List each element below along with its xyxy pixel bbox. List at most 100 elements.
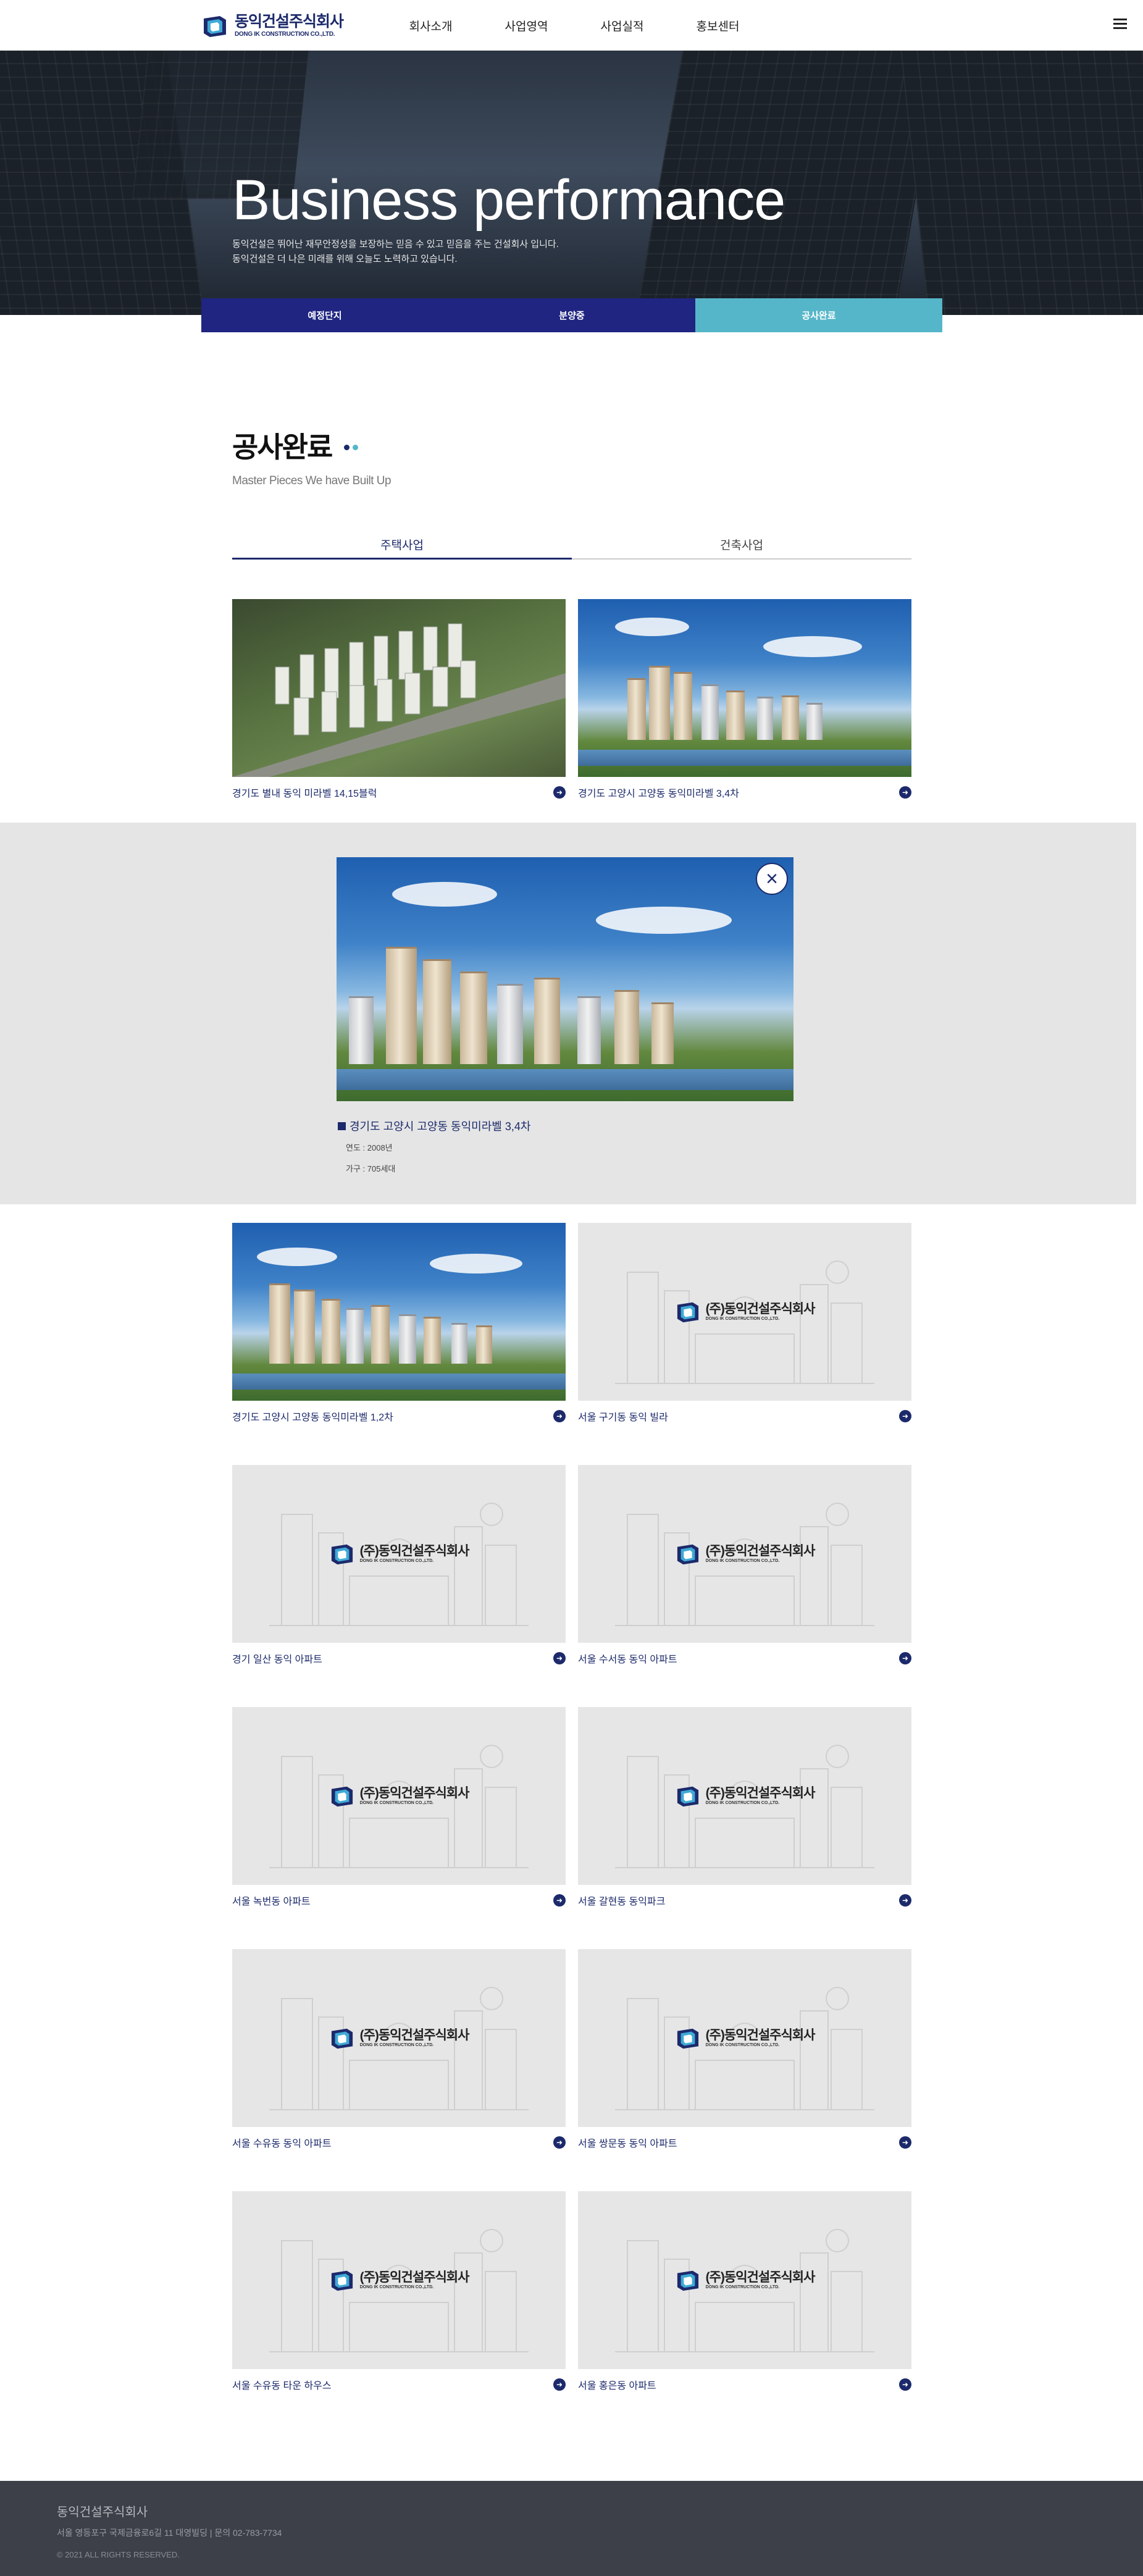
project-card[interactable]: 경기도 별내 동익 미라벨 14,15블럭 ➜ [232,599,566,803]
project-card[interactable]: (주)동익건설주식회사 DONG IK CONSTRUCTION CO.,LTD… [232,1707,566,1911]
hero-title: Business performance [232,169,785,232]
arrow-right-icon[interactable]: ➜ [553,1652,566,1664]
arrow-right-icon[interactable]: ➜ [553,2136,566,2149]
hero-desc-line-1: 동익건설은 뛰어난 재무안정성을 보장하는 믿음 수 있고 믿음을 주는 건설회… [232,239,559,250]
placeholder-logo: (주)동익건설주식회사 DONG IK CONSTRUCTION CO.,LTD… [329,1784,469,1808]
placeholder-logo: (주)동익건설주식회사 DONG IK CONSTRUCTION CO.,LTD… [329,2026,469,2050]
project-title: 서울 수유동 동익 아파트 [232,2139,332,2149]
project-image: (주)동익건설주식회사 DONG IK CONSTRUCTION CO.,LTD… [232,1707,566,1885]
popup-title: 경기도 고양시 고양동 동익미라벨 3,4차 [350,1120,531,1133]
logo-mark-icon [675,2268,701,2292]
project-card[interactable]: (주)동익건설주식회사 DONG IK CONSTRUCTION CO.,LTD… [578,1707,911,1911]
popup-info: 연도 : 2008년 가구 : 705세대 [346,1138,395,1180]
placeholder-logo: (주)동익건설주식회사 DONG IK CONSTRUCTION CO.,LTD… [675,2026,815,2050]
project-card[interactable]: (주)동익건설주식회사 DONG IK CONSTRUCTION CO.,LTD… [578,2191,911,2395]
placeholder-logo-en: DONG IK CONSTRUCTION CO.,LTD. [705,2043,780,2047]
project-card[interactable]: (주)동익건설주식회사 DONG IK CONSTRUCTION CO.,LTD… [578,1223,911,1427]
placeholder-logo: (주)동익건설주식회사 DONG IK CONSTRUCTION CO.,LTD… [329,2268,469,2292]
arrow-right-icon[interactable]: ➜ [553,1410,566,1422]
tab-architecture[interactable]: 건축사업 [572,531,911,560]
project-card[interactable]: (주)동익건설주식회사 DONG IK CONSTRUCTION CO.,LTD… [232,2191,566,2395]
project-image: (주)동익건설주식회사 DONG IK CONSTRUCTION CO.,LTD… [232,1465,566,1643]
placeholder-logo-kr: (주)동익건설주식회사 [705,1302,816,1316]
placeholder-logo: (주)동익건설주식회사 DONG IK CONSTRUCTION CO.,LTD… [329,1542,469,1566]
section-subtitle: Master Pieces We have Built Up [232,474,391,487]
placeholder-logo-kr: (주)동익건설주식회사 [705,1786,816,1800]
popup-households: 가구 : 705세대 [346,1164,396,1173]
arrow-right-icon[interactable]: ➜ [899,1894,911,1907]
arrow-right-icon[interactable]: ➜ [899,1652,911,1664]
project-title: 서울 홍은동 아파트 [578,2381,656,2391]
logo-korean-text: 동익건설주식회사 [235,13,344,30]
placeholder-logo-en: DONG IK CONSTRUCTION CO.,LTD. [359,1801,434,1805]
project-title: 서울 수유동 타운 하우스 [232,2381,332,2391]
arrow-right-icon[interactable]: ➜ [899,1410,911,1422]
project-image: (주)동익건설주식회사 DONG IK CONSTRUCTION CO.,LTD… [578,1949,911,2127]
project-image: (주)동익건설주식회사 DONG IK CONSTRUCTION CO.,LTD… [578,1707,911,1885]
placeholder-logo-kr: (주)동익건설주식회사 [359,2028,470,2042]
arrow-right-icon[interactable]: ➜ [553,1894,566,1907]
sub-tabs: 예정단지 분양중 공사완료 [201,298,942,332]
logo-mark-icon [329,2026,355,2050]
nav-item-company[interactable]: 회사소개 [383,17,479,34]
placeholder-logo-en: DONG IK CONSTRUCTION CO.,LTD. [705,1559,780,1563]
placeholder-logo-en: DONG IK CONSTRUCTION CO.,LTD. [359,2285,434,2289]
hero-banner: Business performance 동익건설은 뛰어난 재무안정성을 보장… [0,51,1143,315]
project-title: 서울 수서동 동익 아파트 [578,1655,677,1665]
placeholder-logo-en: DONG IK CONSTRUCTION CO.,LTD. [705,1317,780,1321]
project-card[interactable]: (주)동익건설주식회사 DONG IK CONSTRUCTION CO.,LTD… [232,1465,566,1669]
project-title: 경기도 고양시 고양동 동익미라벨 1,2차 [232,1412,393,1423]
nav-item-business[interactable]: 사업영역 [479,17,574,34]
tab-selling[interactable]: 분양중 [448,298,695,332]
project-title: 경기도 별내 동익 미라벨 14,15블럭 [232,789,377,799]
footer-copyright: © 2021 ALL RIGHTS RESERVED. [57,2550,180,2559]
placeholder-logo-en: DONG IK CONSTRUCTION CO.,LTD. [705,2285,780,2289]
footer-address: 서울 영등포구 국제금융로6길 11 대영빌딩 | 문의 02-783-7734 [57,2528,282,2538]
placeholder-logo-en: DONG IK CONSTRUCTION CO.,LTD. [359,1559,434,1563]
logo-mark-icon [675,1300,701,1324]
logo-mark-icon [675,1542,701,1566]
footer-company: 동익건설주식회사 [57,2506,148,2519]
placeholder-logo: (주)동익건설주식회사 DONG IK CONSTRUCTION CO.,LTD… [675,1784,815,1808]
arrow-right-icon[interactable]: ➜ [899,786,911,799]
logo-mark-icon [329,1784,355,1808]
project-title: 경기 일산 동익 아파트 [232,1655,322,1665]
title-dots-icon [344,444,359,450]
project-image [232,599,566,777]
project-card[interactable]: (주)동익건설주식회사 DONG IK CONSTRUCTION CO.,LTD… [578,1949,911,2153]
company-logo[interactable]: 동익건설주식회사 DONG IK CONSTRUCTION CO.,LTD. [201,12,344,40]
project-image [578,599,911,777]
logo-mark-icon [329,2268,355,2292]
logo-mark-icon [675,2026,701,2050]
square-bullet-icon [338,1122,346,1130]
project-card[interactable]: 경기도 고양시 고양동 동익미라벨 1,2차 ➜ [232,1223,566,1427]
tab-housing[interactable]: 주택사업 [232,531,572,560]
tab-planned[interactable]: 예정단지 [201,298,448,332]
main-nav: 회사소개 사업영역 사업실적 홍보센터 [383,0,766,51]
project-title: 경기도 고양시 고양동 동익미라벨 3,4차 [578,789,739,799]
logo-mark-icon [675,1784,701,1808]
arrow-right-icon[interactable]: ➜ [553,2378,566,2391]
placeholder-logo: (주)동익건설주식회사 DONG IK CONSTRUCTION CO.,LTD… [675,2268,815,2292]
arrow-right-icon[interactable]: ➜ [553,786,566,799]
close-icon[interactable]: × [756,863,788,895]
placeholder-logo-kr: (주)동익건설주식회사 [359,2270,470,2284]
project-image [232,1223,566,1401]
arrow-right-icon[interactable]: ➜ [899,2136,911,2149]
project-card[interactable]: 경기도 고양시 고양동 동익미라벨 3,4차 ➜ [578,599,911,803]
placeholder-logo-kr: (주)동익건설주식회사 [705,2270,816,2284]
project-image: (주)동익건설주식회사 DONG IK CONSTRUCTION CO.,LTD… [232,2191,566,2369]
section-title: 공사완료 [232,431,333,463]
project-card[interactable]: (주)동익건설주식회사 DONG IK CONSTRUCTION CO.,LTD… [232,1949,566,2153]
arrow-right-icon[interactable]: ➜ [899,2378,911,2391]
project-card[interactable]: (주)동익건설주식회사 DONG IK CONSTRUCTION CO.,LTD… [578,1465,911,1669]
nav-item-pr[interactable]: 홍보센터 [670,17,766,34]
project-title: 서울 구기동 동익 빌라 [578,1412,668,1423]
tab-completed[interactable]: 공사완료 [695,298,942,332]
project-image: (주)동익건설주식회사 DONG IK CONSTRUCTION CO.,LTD… [578,2191,911,2369]
logo-english-text: DONG IK CONSTRUCTION CO.,LTD. [235,31,335,38]
nav-item-performance[interactable]: 사업실적 [574,17,670,34]
category-tabs: 주택사업 건축사업 [232,531,911,560]
hero-description: 동익건설은 뛰어난 재무안정성을 보장하는 믿음 수 있고 믿음을 주는 건설회… [232,237,559,267]
hamburger-icon[interactable] [1113,19,1127,31]
